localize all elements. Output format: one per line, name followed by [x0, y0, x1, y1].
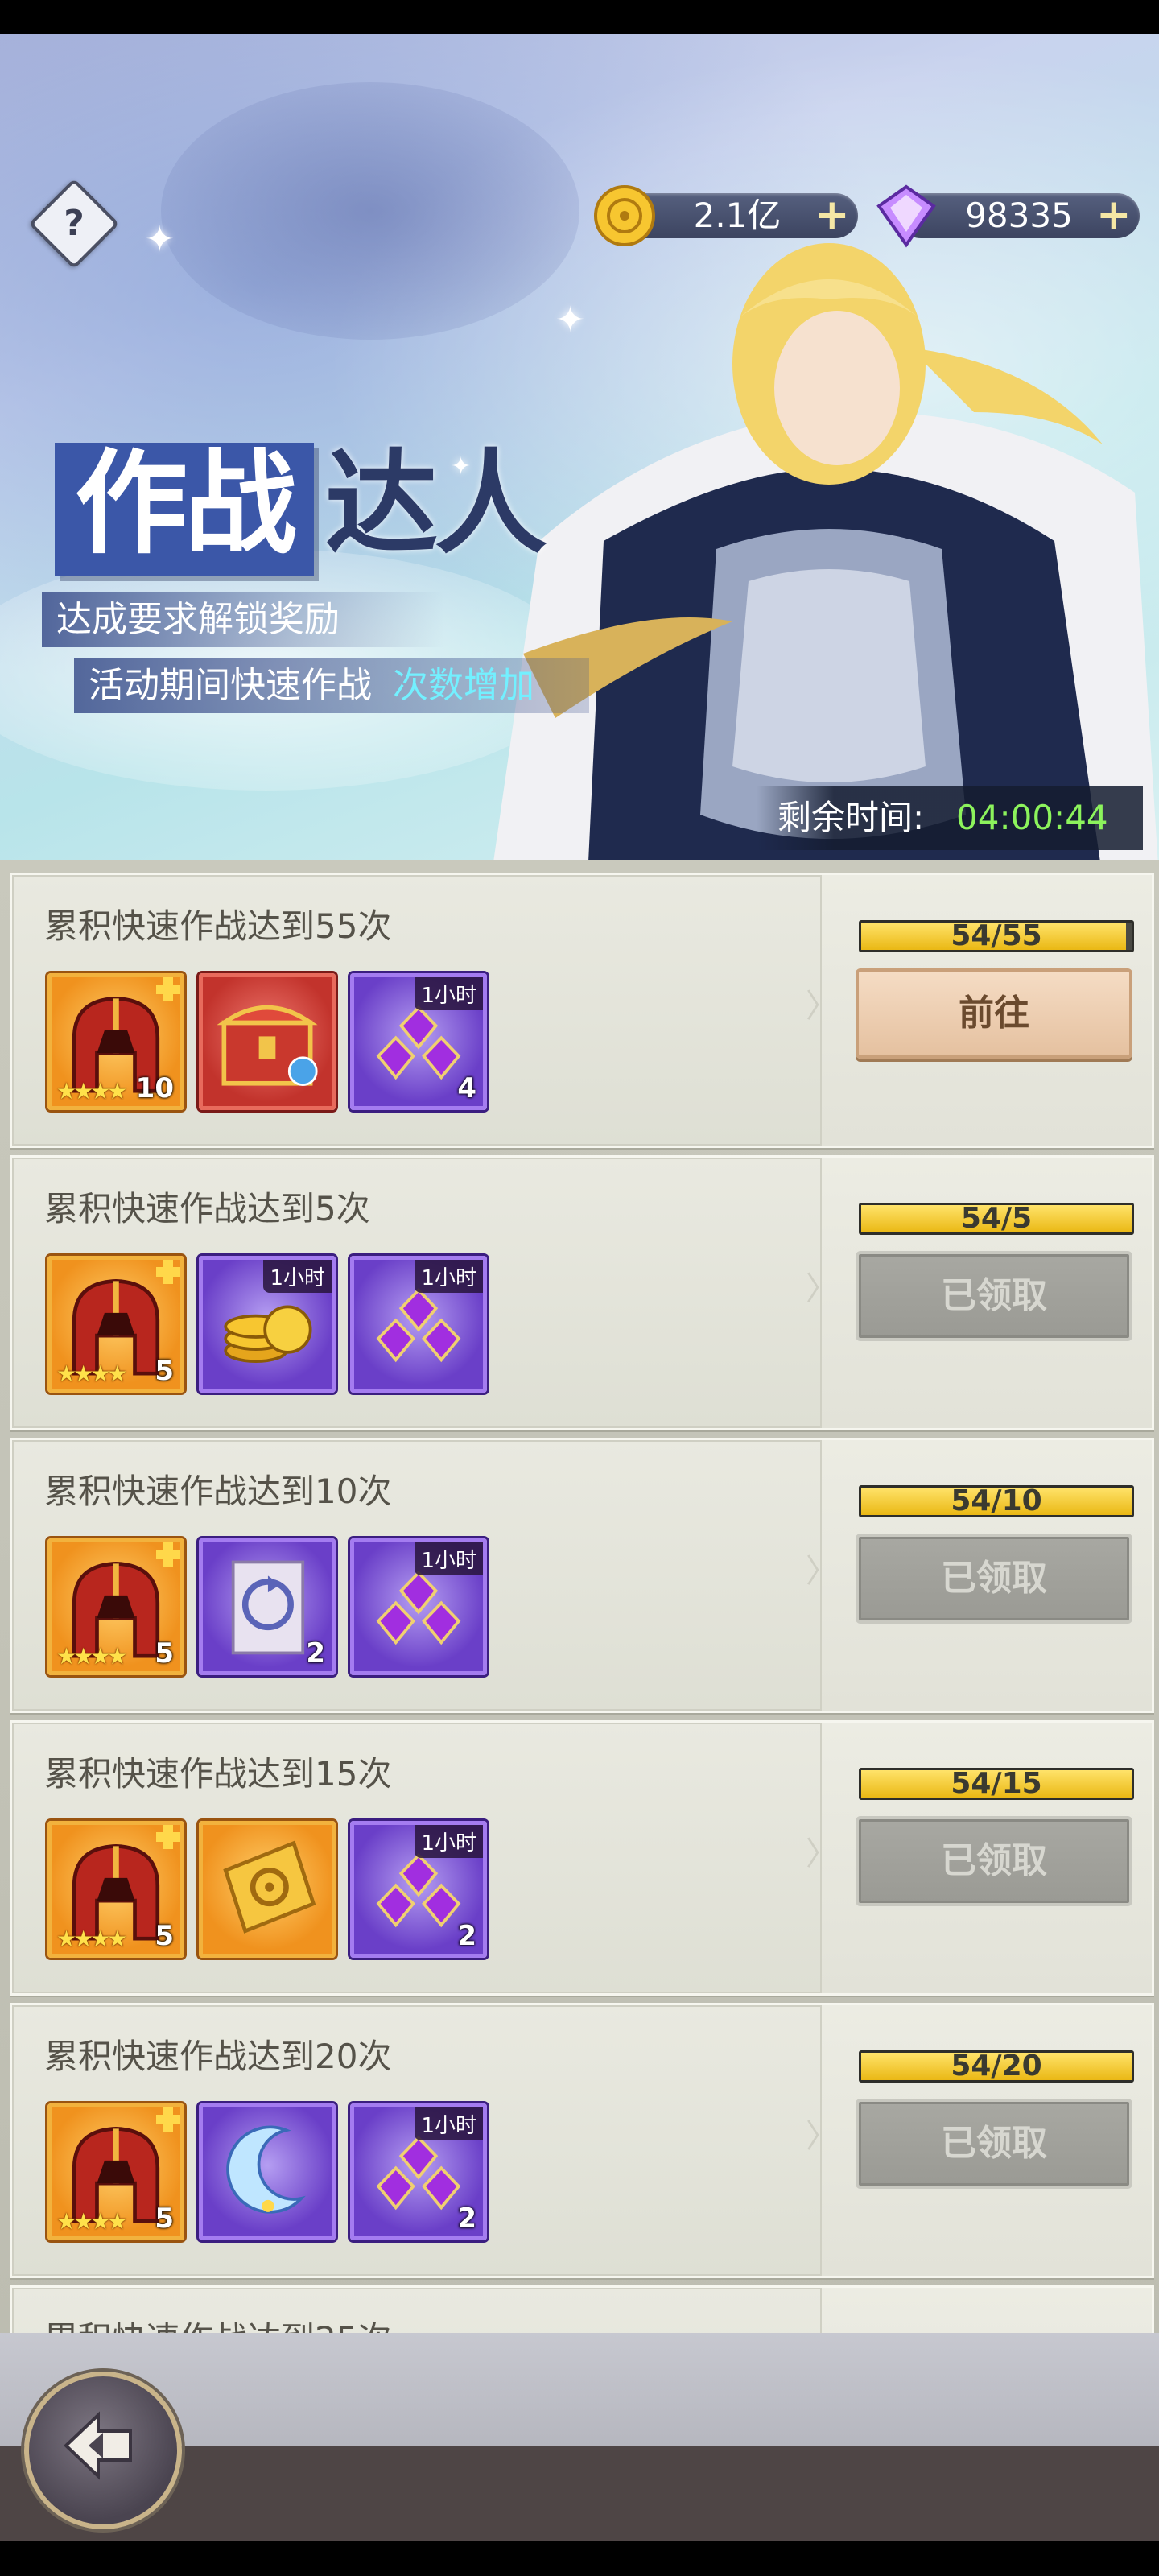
item-count: 2 — [306, 1637, 325, 1670]
task-row: 累积快速作战达到20次〉 54/20 已领取 ★★★★ 5 1小时 2 — [10, 2003, 1154, 2278]
item-count: 5 — [155, 1355, 174, 1387]
reward-item[interactable]: ★★★★ 5 — [47, 1256, 184, 1393]
timer-value: 04:00:44 — [956, 798, 1108, 837]
timer-label: 剩余时间: — [777, 798, 925, 837]
duration-tag: 1小时 — [415, 1825, 483, 1858]
gear-card-icon — [223, 1840, 316, 1934]
gold-coin-icon — [594, 185, 655, 246]
task-progress-bar: 54/5 — [859, 1203, 1134, 1235]
claimed-button[interactable]: 已领取 — [856, 1816, 1132, 1906]
chevron-right-icon: 〉 — [806, 2118, 838, 2155]
status-bar — [0, 0, 1159, 34]
task-row: 累积快速作战达到5次〉 54/5 已领取 ★★★★ 5 1小时 1小时 — [10, 1155, 1154, 1430]
help-icon[interactable]: ? — [28, 178, 120, 270]
task-progress-bar: 54/20 — [859, 2050, 1134, 2083]
diamond-currency: 98335 + — [874, 184, 1148, 248]
back-arrow-icon — [64, 2411, 132, 2480]
reward-item[interactable]: 2 — [199, 1538, 336, 1675]
task-progress-bar: 54/55 — [859, 920, 1134, 952]
task-title: 累积快速作战达到25次 — [44, 2312, 391, 2333]
duration-tag: 1小时 — [415, 1260, 483, 1293]
progress-text: 54/15 — [951, 1768, 1042, 1800]
task-row: 累积快速作战达到55次〉 54/55 前往 ★★★★ 10 1小时 4 — [10, 873, 1154, 1148]
item-count: 2 — [457, 1920, 476, 1952]
subtitle-2-highlight: 次数增加 — [393, 665, 534, 706]
treasure-chest-icon — [217, 1005, 318, 1087]
reward-item[interactable]: 1小时 2 — [350, 2103, 487, 2240]
reward-item[interactable]: ★★★★ 5 — [47, 2103, 184, 2240]
gold-add-button[interactable]: + — [815, 194, 850, 236]
reward-item[interactable]: 1小时 — [199, 1256, 336, 1393]
task-progress-bar: 54/10 — [859, 1485, 1134, 1517]
duration-tag: 1小时 — [415, 2107, 483, 2140]
task-progress-bar: 54/15 — [859, 1768, 1134, 1800]
task-title: 累积快速作战达到15次 — [44, 1754, 392, 1794]
duration-tag: 1小时 — [263, 1260, 332, 1293]
task-row: 累积快速作战达到25次〉54/25 — [10, 2285, 1154, 2333]
crescent-moon-icon — [226, 2125, 306, 2214]
reward-item[interactable]: ★★★★ 5 — [47, 1538, 184, 1675]
reward-item[interactable] — [199, 973, 336, 1110]
task-title: 累积快速作战达到20次 — [44, 2037, 392, 2076]
chevron-right-icon: 〉 — [806, 988, 838, 1025]
duration-tag: 1小时 — [415, 1542, 483, 1575]
progress-text: 54/55 — [951, 920, 1042, 952]
task-action-panel — [820, 2288, 1152, 2333]
item-count: 5 — [155, 1637, 174, 1670]
reward-item[interactable] — [199, 1821, 336, 1958]
item-count: 5 — [155, 1920, 174, 1952]
claimed-button[interactable]: 已领取 — [856, 2099, 1132, 2189]
subtitle-strip-1: 达成要求解锁奖励 — [42, 592, 444, 647]
gold-currency: 2.1亿 + — [592, 184, 866, 248]
subtitle-strip-2: 活动期间快速作战 次数增加 — [74, 658, 589, 713]
reward-item[interactable]: 1小时 2 — [350, 1821, 487, 1958]
star-rating: ★★★★ — [56, 2208, 127, 2235]
subtitle-2: 活动期间快速作战 — [89, 665, 372, 706]
task-title: 累积快速作战达到10次 — [44, 1472, 392, 1511]
task-title: 累积快速作战达到55次 — [44, 906, 392, 946]
progress-text: 54/10 — [951, 1485, 1042, 1517]
chevron-right-icon: 〉 — [806, 1835, 838, 1872]
star-rating: ★★★★ — [56, 1926, 127, 1952]
task-row: 累积快速作战达到15次〉 54/15 已领取 ★★★★ 5 1小时 2 — [10, 1720, 1154, 1996]
hero-character-art — [492, 243, 1159, 871]
star-rating: ★★★★ — [56, 1078, 127, 1104]
sparkle-icon: ✦ — [145, 219, 175, 260]
chevron-right-icon: 〉 — [806, 1270, 838, 1307]
item-count: 4 — [457, 1072, 476, 1104]
event-banner: ✦ ✦ ✦ ? 2.1亿 + 98335 + 作战 达人 达成要求解锁奖励 活动… — [0, 34, 1159, 871]
claimed-button[interactable]: 已领取 — [856, 1534, 1132, 1624]
progress-text: 54/20 — [951, 2050, 1042, 2083]
task-title: 累积快速作战达到5次 — [44, 1189, 370, 1228]
reward-item[interactable]: 1小时 4 — [350, 973, 487, 1110]
item-count: 5 — [155, 2202, 174, 2235]
diamond-add-button[interactable]: + — [1096, 194, 1132, 236]
system-nav-bar — [0, 2541, 1159, 2576]
go-button[interactable]: 前往 — [856, 968, 1132, 1059]
reward-item[interactable]: 1小时 — [350, 1256, 487, 1393]
chevron-right-icon: 〉 — [806, 1553, 838, 1590]
star-rating: ★★★★ — [56, 1360, 127, 1387]
reward-item[interactable]: ★★★★ 10 — [47, 973, 184, 1110]
diamond-icon — [876, 184, 936, 248]
progress-text: 54/5 — [960, 1203, 1033, 1235]
star-rating: ★★★★ — [56, 1643, 127, 1670]
task-row: 累积快速作战达到10次〉 54/10 已领取 ★★★★ 5 2 1小时 — [10, 1438, 1154, 1713]
remaining-time: 剩余时间: 04:00:44 — [757, 786, 1143, 850]
task-list[interactable]: 累积快速作战达到55次〉 54/55 前往 ★★★★ 10 1小时 4 累积快速作战达到5次〉… — [0, 860, 1159, 2333]
back-button[interactable] — [24, 2372, 182, 2529]
reward-item[interactable] — [199, 2103, 336, 2240]
reward-item[interactable]: ★★★★ 5 — [47, 1821, 184, 1958]
subtitle-1: 达成要求解锁奖励 — [56, 599, 340, 640]
item-count: 10 — [135, 1072, 174, 1104]
duration-tag: 1小时 — [415, 977, 483, 1010]
item-count: 2 — [457, 2202, 476, 2235]
event-title-part1: 作战 — [74, 439, 297, 570]
help-glyph: ? — [64, 203, 85, 244]
claimed-button[interactable]: 已领取 — [856, 1251, 1132, 1341]
reward-item[interactable]: 1小时 — [350, 1538, 487, 1675]
event-title-part2: 达人 — [325, 439, 547, 570]
